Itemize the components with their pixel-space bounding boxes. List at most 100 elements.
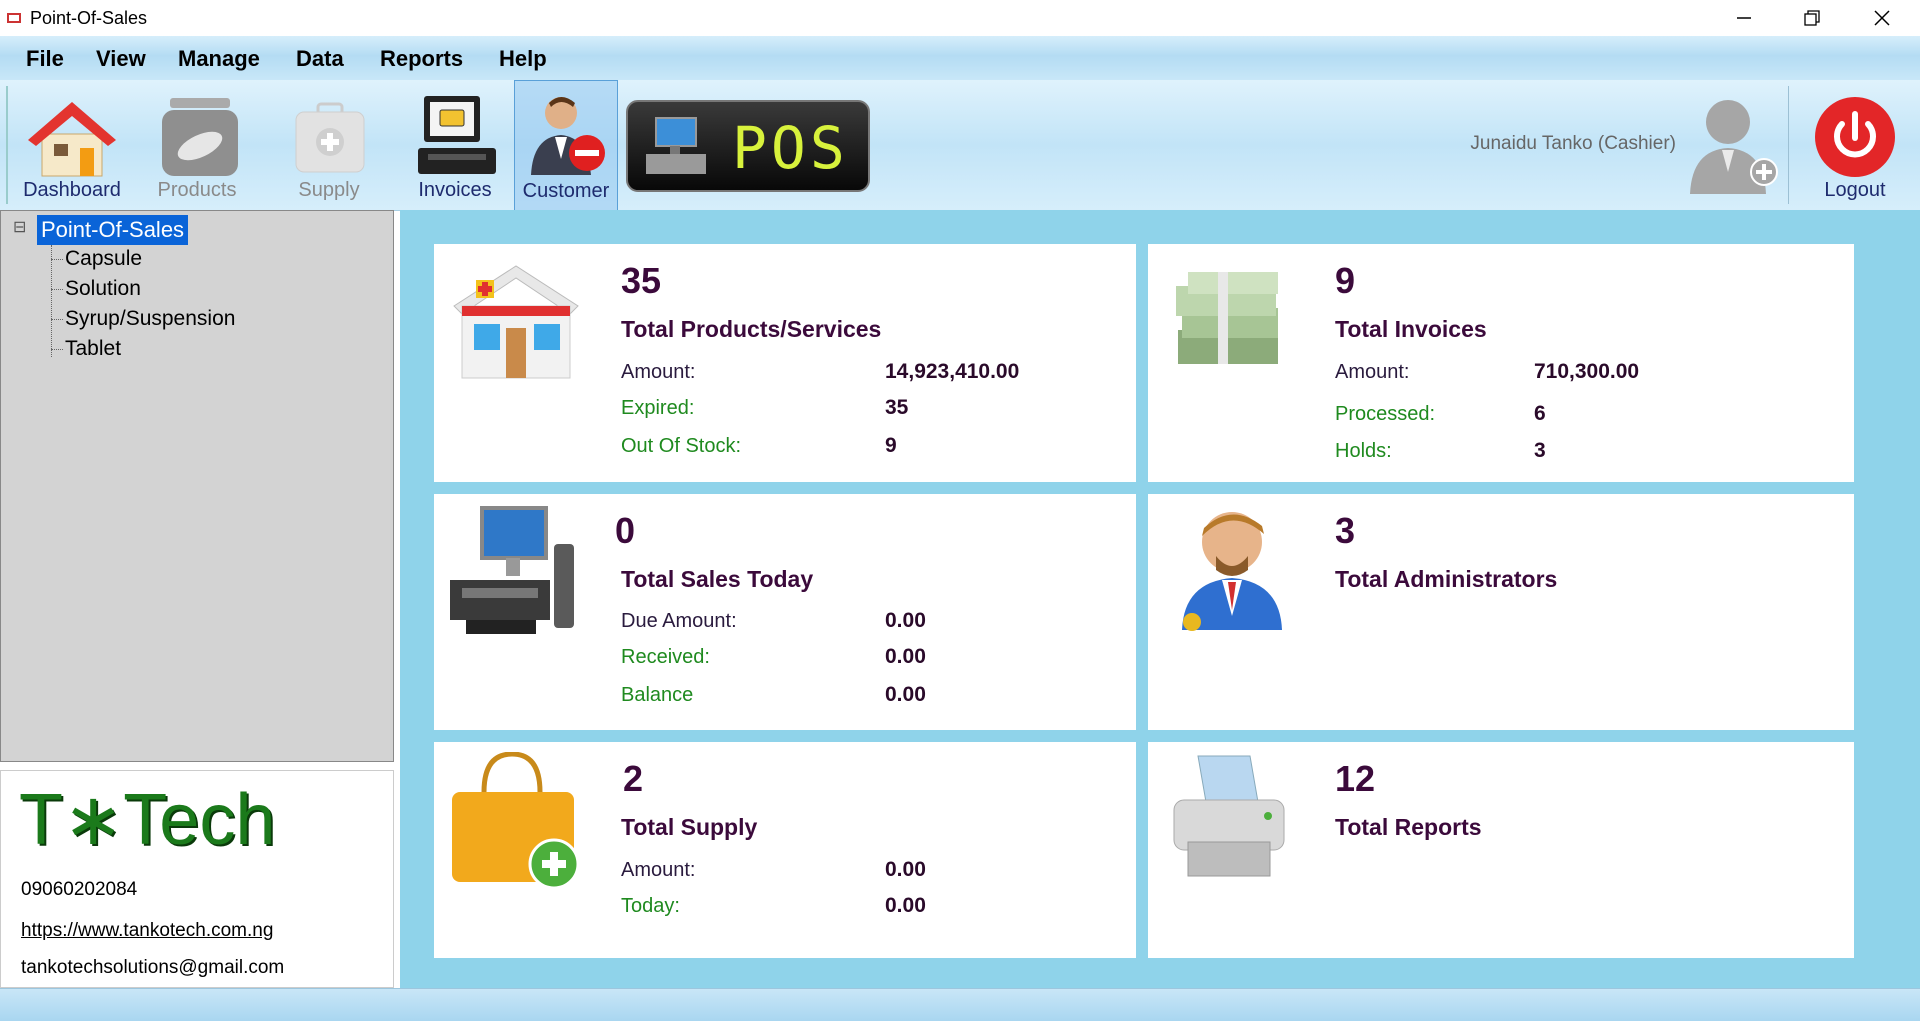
sales-title: Total Sales Today <box>621 566 814 592</box>
company-logo: T∗Tech <box>19 780 276 860</box>
supply-amount-label: Amount: <box>621 859 696 881</box>
tree-root-node[interactable]: Point-Of-Sales <box>37 215 189 245</box>
products-out-of-stock-value: 9 <box>885 434 897 457</box>
tree-connector <box>51 289 63 290</box>
reports-summary-card[interactable]: 12 Total Reports <box>1148 742 1854 958</box>
invoices-count: 9 <box>1335 260 1356 301</box>
first-aid-kit-icon <box>295 102 365 173</box>
tree-connector <box>51 259 63 260</box>
invoices-title: Total Invoices <box>1335 316 1487 342</box>
supply-label: Supply <box>298 179 360 201</box>
supply-button[interactable]: Supply <box>272 80 386 210</box>
power-icon <box>1815 97 1895 177</box>
invoices-summary-card[interactable]: 9 Total Invoices Amount: 710,300.00 Proc… <box>1148 244 1854 482</box>
close-icon <box>1874 10 1890 26</box>
pos-terminal-icon <box>646 117 706 174</box>
logout-label: Logout <box>1824 179 1886 201</box>
restore-button[interactable] <box>1778 0 1846 36</box>
menu-reports[interactable]: Reports <box>380 46 463 72</box>
products-amount-value: 14,923,410.00 <box>885 360 1020 383</box>
status-bar <box>0 988 1920 1021</box>
menu-view[interactable]: View <box>96 46 146 72</box>
administrators-summary-card[interactable]: 3 Total Administrators <box>1148 494 1854 730</box>
shopping-bag-add-icon <box>452 752 580 888</box>
sales-received-label: Received: <box>621 646 710 668</box>
menu-file[interactable]: File <box>26 46 64 72</box>
products-count: 35 <box>621 260 662 301</box>
close-button[interactable] <box>1848 0 1916 36</box>
toolbar: Dashboard Products Supply Invoices Custo… <box>0 80 1920 212</box>
dashboard-area: 35 Total Products/Services Amount: 14,92… <box>400 210 1920 988</box>
supply-summary-card[interactable]: 2 Total Supply Amount: 0.00 Today: 0.00 <box>434 742 1136 958</box>
pos-logo-text: POS <box>732 114 849 182</box>
sales-balance-label: Balance <box>621 684 694 706</box>
category-tree: ⊟ Point-Of-Sales Capsule Solution Syrup/… <box>0 210 394 762</box>
invoices-label: Invoices <box>418 179 492 201</box>
tree-node-syrup-suspension[interactable]: Syrup/Suspension <box>65 307 235 331</box>
menu-manage[interactable]: Manage <box>178 46 260 72</box>
invoices-amount-value: 710,300.00 <box>1534 360 1640 383</box>
reports-title: Total Reports <box>1335 814 1482 840</box>
tree-connector <box>51 349 63 350</box>
administrators-count: 3 <box>1335 510 1356 551</box>
add-user-icon[interactable] <box>1686 94 1778 194</box>
products-button[interactable]: Products <box>140 80 254 210</box>
sales-received-value: 0.00 <box>885 645 926 668</box>
products-out-of-stock-label: Out Of Stock: <box>621 435 742 457</box>
minimize-button[interactable] <box>1710 0 1778 36</box>
menu-help[interactable]: Help <box>499 46 547 72</box>
supply-amount-value: 0.00 <box>885 858 926 881</box>
supply-today-label: Today: <box>621 895 680 917</box>
invoices-processed-label: Processed: <box>1335 403 1436 425</box>
restore-icon <box>1804 10 1820 26</box>
invoices-processed-value: 6 <box>1534 402 1546 425</box>
tree-node-solution[interactable]: Solution <box>65 277 141 301</box>
customer-label: Customer <box>522 180 610 202</box>
tree-connector <box>51 245 53 357</box>
pos-logo: POS <box>626 100 870 192</box>
menu-data[interactable]: Data <box>296 46 344 72</box>
logout-button[interactable]: Logout <box>1800 80 1910 210</box>
toolbar-grip <box>6 86 8 204</box>
invoices-button[interactable]: Invoices <box>402 80 508 210</box>
window-title: Point-Of-Sales <box>30 8 148 28</box>
menu-bar: File View Manage Data Reports Help <box>0 36 1920 80</box>
app-icon <box>7 13 21 23</box>
pharmacy-store-icon <box>453 265 579 379</box>
printer-icon <box>1173 755 1285 877</box>
products-expired-value: 35 <box>885 396 909 419</box>
tree-node-tablet[interactable]: Tablet <box>65 337 121 361</box>
tree-node-capsule[interactable]: Capsule <box>65 247 142 271</box>
minimize-icon <box>1737 17 1751 19</box>
dashboard-button[interactable]: Dashboard <box>14 80 130 210</box>
company-phone: 09060202084 <box>21 879 138 900</box>
administrators-title: Total Administrators <box>1335 566 1558 592</box>
supply-today-value: 0.00 <box>885 894 926 917</box>
sales-due-amount-label: Due Amount: <box>621 610 737 632</box>
products-amount-label: Amount: <box>621 361 696 383</box>
supply-count: 2 <box>623 758 644 799</box>
pos-terminal-icon <box>450 506 574 634</box>
home-icon <box>28 102 116 177</box>
sales-due-amount-value: 0.00 <box>885 609 926 632</box>
invoices-holds-label: Holds: <box>1335 440 1392 462</box>
title-bar: Point-Of-Sales <box>0 0 1920 36</box>
tree-collapse-icon[interactable]: ⊟ <box>13 217 26 237</box>
supply-title: Total Supply <box>621 814 758 840</box>
remove-user-icon <box>531 97 605 175</box>
company-website-link[interactable]: https://www.tankotech.com.ng <box>21 920 273 942</box>
doctor-icon <box>1182 512 1282 631</box>
customer-button[interactable]: Customer <box>514 80 618 212</box>
reports-count: 12 <box>1335 758 1376 799</box>
cash-register-icon <box>418 96 496 174</box>
money-stack-icon <box>1176 272 1278 364</box>
invoices-holds-value: 3 <box>1534 439 1546 462</box>
sales-balance-value: 0.00 <box>885 683 926 706</box>
pill-jar-icon <box>162 98 238 176</box>
invoices-amount-label: Amount: <box>1335 361 1410 383</box>
products-summary-card[interactable]: 35 Total Products/Services Amount: 14,92… <box>434 244 1136 482</box>
sales-summary-card[interactable]: 0 Total Sales Today Due Amount: 0.00 Rec… <box>434 494 1136 730</box>
company-email: tankotechsolutions@gmail.com <box>21 957 285 978</box>
products-label: Products <box>157 179 237 201</box>
tree-connector <box>51 319 63 320</box>
